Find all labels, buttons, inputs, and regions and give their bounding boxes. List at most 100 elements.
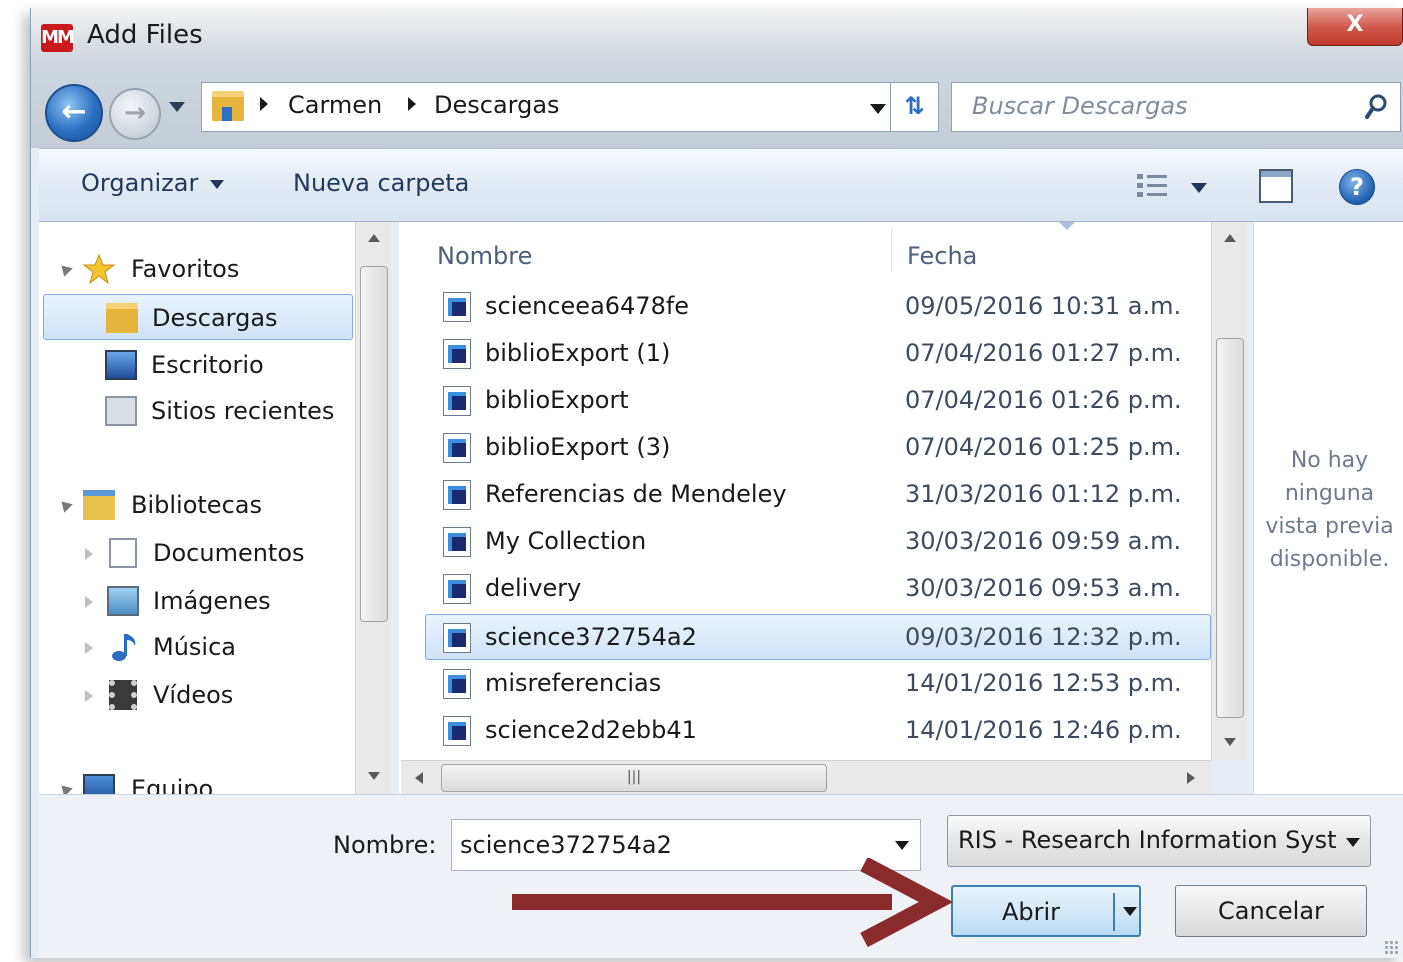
back-arrow-icon[interactable]: ← — [45, 84, 103, 142]
chevron-down-icon — [210, 179, 225, 189]
title-bar[interactable]: MM Add Files X — [31, 8, 1403, 70]
help-icon[interactable]: ? — [1339, 169, 1375, 205]
file-date: 07/04/2016 01:26 p.m. — [905, 386, 1182, 414]
new-folder-button[interactable]: Nueva carpeta — [293, 169, 469, 197]
search-input[interactable]: Buscar Descargas — [951, 82, 1401, 132]
file-icon — [443, 339, 471, 369]
address-bar[interactable]: Carmen Descargas ⇅ — [201, 82, 939, 132]
horizontal-scroll-thumb[interactable]: ||| — [441, 764, 827, 792]
file-name: biblioExport (3) — [485, 433, 671, 461]
file-date: 30/03/2016 09:59 a.m. — [905, 527, 1182, 555]
file-icon — [443, 716, 471, 746]
library-icon — [83, 490, 115, 520]
forward-arrow-icon[interactable]: → — [109, 88, 161, 140]
nav-images-label: Imágenes — [153, 587, 271, 615]
close-button[interactable]: X — [1307, 8, 1403, 46]
file-icon — [443, 292, 471, 322]
file-name-dropdown-icon[interactable] — [895, 841, 909, 850]
file-icon — [443, 574, 471, 604]
collapse-icon[interactable] — [85, 596, 93, 608]
scroll-down-icon[interactable] — [368, 772, 380, 780]
expand-icon[interactable] — [57, 781, 73, 794]
preview-pane-icon[interactable] — [1259, 169, 1293, 203]
address-dropdown-icon[interactable] — [870, 104, 886, 114]
nav-desktop[interactable]: Escritorio — [39, 342, 359, 388]
chevron-down-icon — [1346, 838, 1360, 847]
expand-icon[interactable] — [57, 261, 73, 277]
file-row[interactable]: My Collection 30/03/2016 09:59 a.m. — [431, 519, 1211, 565]
search-placeholder: Buscar Descargas — [972, 92, 1188, 120]
nav-downloads[interactable]: Descargas — [43, 294, 353, 340]
file-icon — [443, 433, 471, 463]
navigation-pane: Favoritos Descargas Escritorio Sitios re… — [39, 222, 391, 794]
file-icon — [443, 623, 471, 653]
scroll-down-icon[interactable] — [1224, 738, 1236, 746]
expand-icon[interactable] — [57, 497, 73, 513]
cancel-button[interactable]: Cancelar — [1175, 885, 1367, 937]
column-divider[interactable] — [891, 228, 892, 272]
file-type-select[interactable]: RIS - Research Information Syst — [947, 815, 1371, 867]
column-header-date[interactable]: Fecha — [907, 242, 977, 270]
file-icon — [443, 480, 471, 510]
resize-grip-icon[interactable] — [1384, 940, 1398, 954]
collapse-icon[interactable] — [85, 690, 93, 702]
column-header-name[interactable]: Nombre — [437, 242, 532, 270]
file-date: 07/04/2016 01:27 p.m. — [905, 339, 1182, 367]
file-row[interactable]: delivery 30/03/2016 09:53 a.m. — [431, 566, 1211, 612]
breadcrumb-separator-icon[interactable] — [408, 97, 416, 111]
preview-pane: No hay ninguna vista previa disponible. — [1253, 222, 1403, 794]
folder-download-icon — [106, 303, 138, 333]
file-row[interactable]: biblioExport (3) 07/04/2016 01:25 p.m. — [431, 425, 1211, 471]
file-date: 07/04/2016 01:25 p.m. — [905, 433, 1182, 461]
nav-recent-places[interactable]: Sitios recientes — [39, 388, 379, 434]
organize-menu[interactable]: Organizar — [81, 169, 225, 197]
nav-documents[interactable]: Documentos — [39, 530, 359, 576]
preview-message: No hay ninguna vista previa disponible. — [1265, 448, 1394, 572]
breadcrumb-separator-icon[interactable] — [260, 97, 268, 111]
file-row-selected[interactable]: science372754a2 09/03/2016 12:32 p.m. — [425, 614, 1211, 660]
nav-scroll-thumb[interactable] — [360, 266, 388, 622]
open-button-label: Abrir — [1001, 898, 1061, 926]
document-icon — [109, 538, 137, 568]
view-dropdown-icon[interactable] — [1191, 183, 1207, 193]
view-options-icon[interactable] — [1135, 171, 1169, 201]
search-icon[interactable] — [1364, 93, 1388, 121]
collapse-icon[interactable] — [85, 642, 93, 654]
list-scroll-thumb[interactable] — [1216, 338, 1244, 718]
open-button[interactable]: Abrir — [951, 885, 1141, 937]
file-date: 14/01/2016 12:46 p.m. — [905, 716, 1182, 744]
video-icon — [109, 680, 137, 710]
file-row[interactable]: Referencias de Mendeley 31/03/2016 01:12… — [431, 472, 1211, 518]
collapse-icon[interactable] — [85, 548, 93, 560]
file-row[interactable]: misreferencias 14/01/2016 12:53 p.m. — [431, 661, 1211, 707]
list-vertical-scrollbar[interactable] — [1211, 222, 1247, 760]
command-bar: Organizar Nueva carpeta ? — [39, 148, 1403, 222]
scroll-up-icon[interactable] — [1224, 234, 1236, 242]
nav-favorites[interactable]: Favoritos — [39, 246, 359, 292]
nav-libraries[interactable]: Bibliotecas — [39, 482, 359, 528]
file-row[interactable]: scienceea6478fe 09/05/2016 10:31 a.m. — [431, 284, 1211, 330]
file-row[interactable]: science2d2ebb41 14/01/2016 12:46 p.m. — [431, 708, 1211, 754]
file-row[interactable]: biblioExport (1) 07/04/2016 01:27 p.m. — [431, 331, 1211, 377]
recent-locations-dropdown[interactable] — [169, 102, 185, 112]
nav-vertical-scrollbar[interactable] — [355, 222, 391, 794]
scroll-right-icon[interactable] — [1187, 772, 1195, 784]
list-horizontal-scrollbar[interactable]: ||| — [401, 760, 1211, 794]
scroll-up-icon[interactable] — [368, 234, 380, 242]
file-name: biblioExport — [485, 386, 629, 414]
file-type-value: RIS - Research Information Syst — [958, 826, 1337, 854]
nav-videos[interactable]: Vídeos — [39, 672, 359, 718]
file-icon — [443, 669, 471, 699]
file-row[interactable]: biblioExport 07/04/2016 01:26 p.m. — [431, 378, 1211, 424]
file-date: 14/01/2016 12:53 p.m. — [905, 669, 1182, 697]
nav-downloads-label: Descargas — [152, 304, 278, 332]
breadcrumb-descargas[interactable]: Descargas — [434, 91, 560, 119]
nav-images[interactable]: Imágenes — [39, 578, 359, 624]
scroll-left-icon[interactable] — [415, 772, 423, 784]
refresh-icon[interactable]: ⇅ — [890, 83, 938, 131]
recent-places-icon — [105, 396, 137, 426]
nav-music[interactable]: Música — [39, 624, 359, 670]
open-options-dropdown-icon[interactable] — [1123, 907, 1137, 916]
breadcrumb-carmen[interactable]: Carmen — [288, 91, 382, 119]
nav-computer[interactable]: Equipo — [39, 766, 359, 794]
